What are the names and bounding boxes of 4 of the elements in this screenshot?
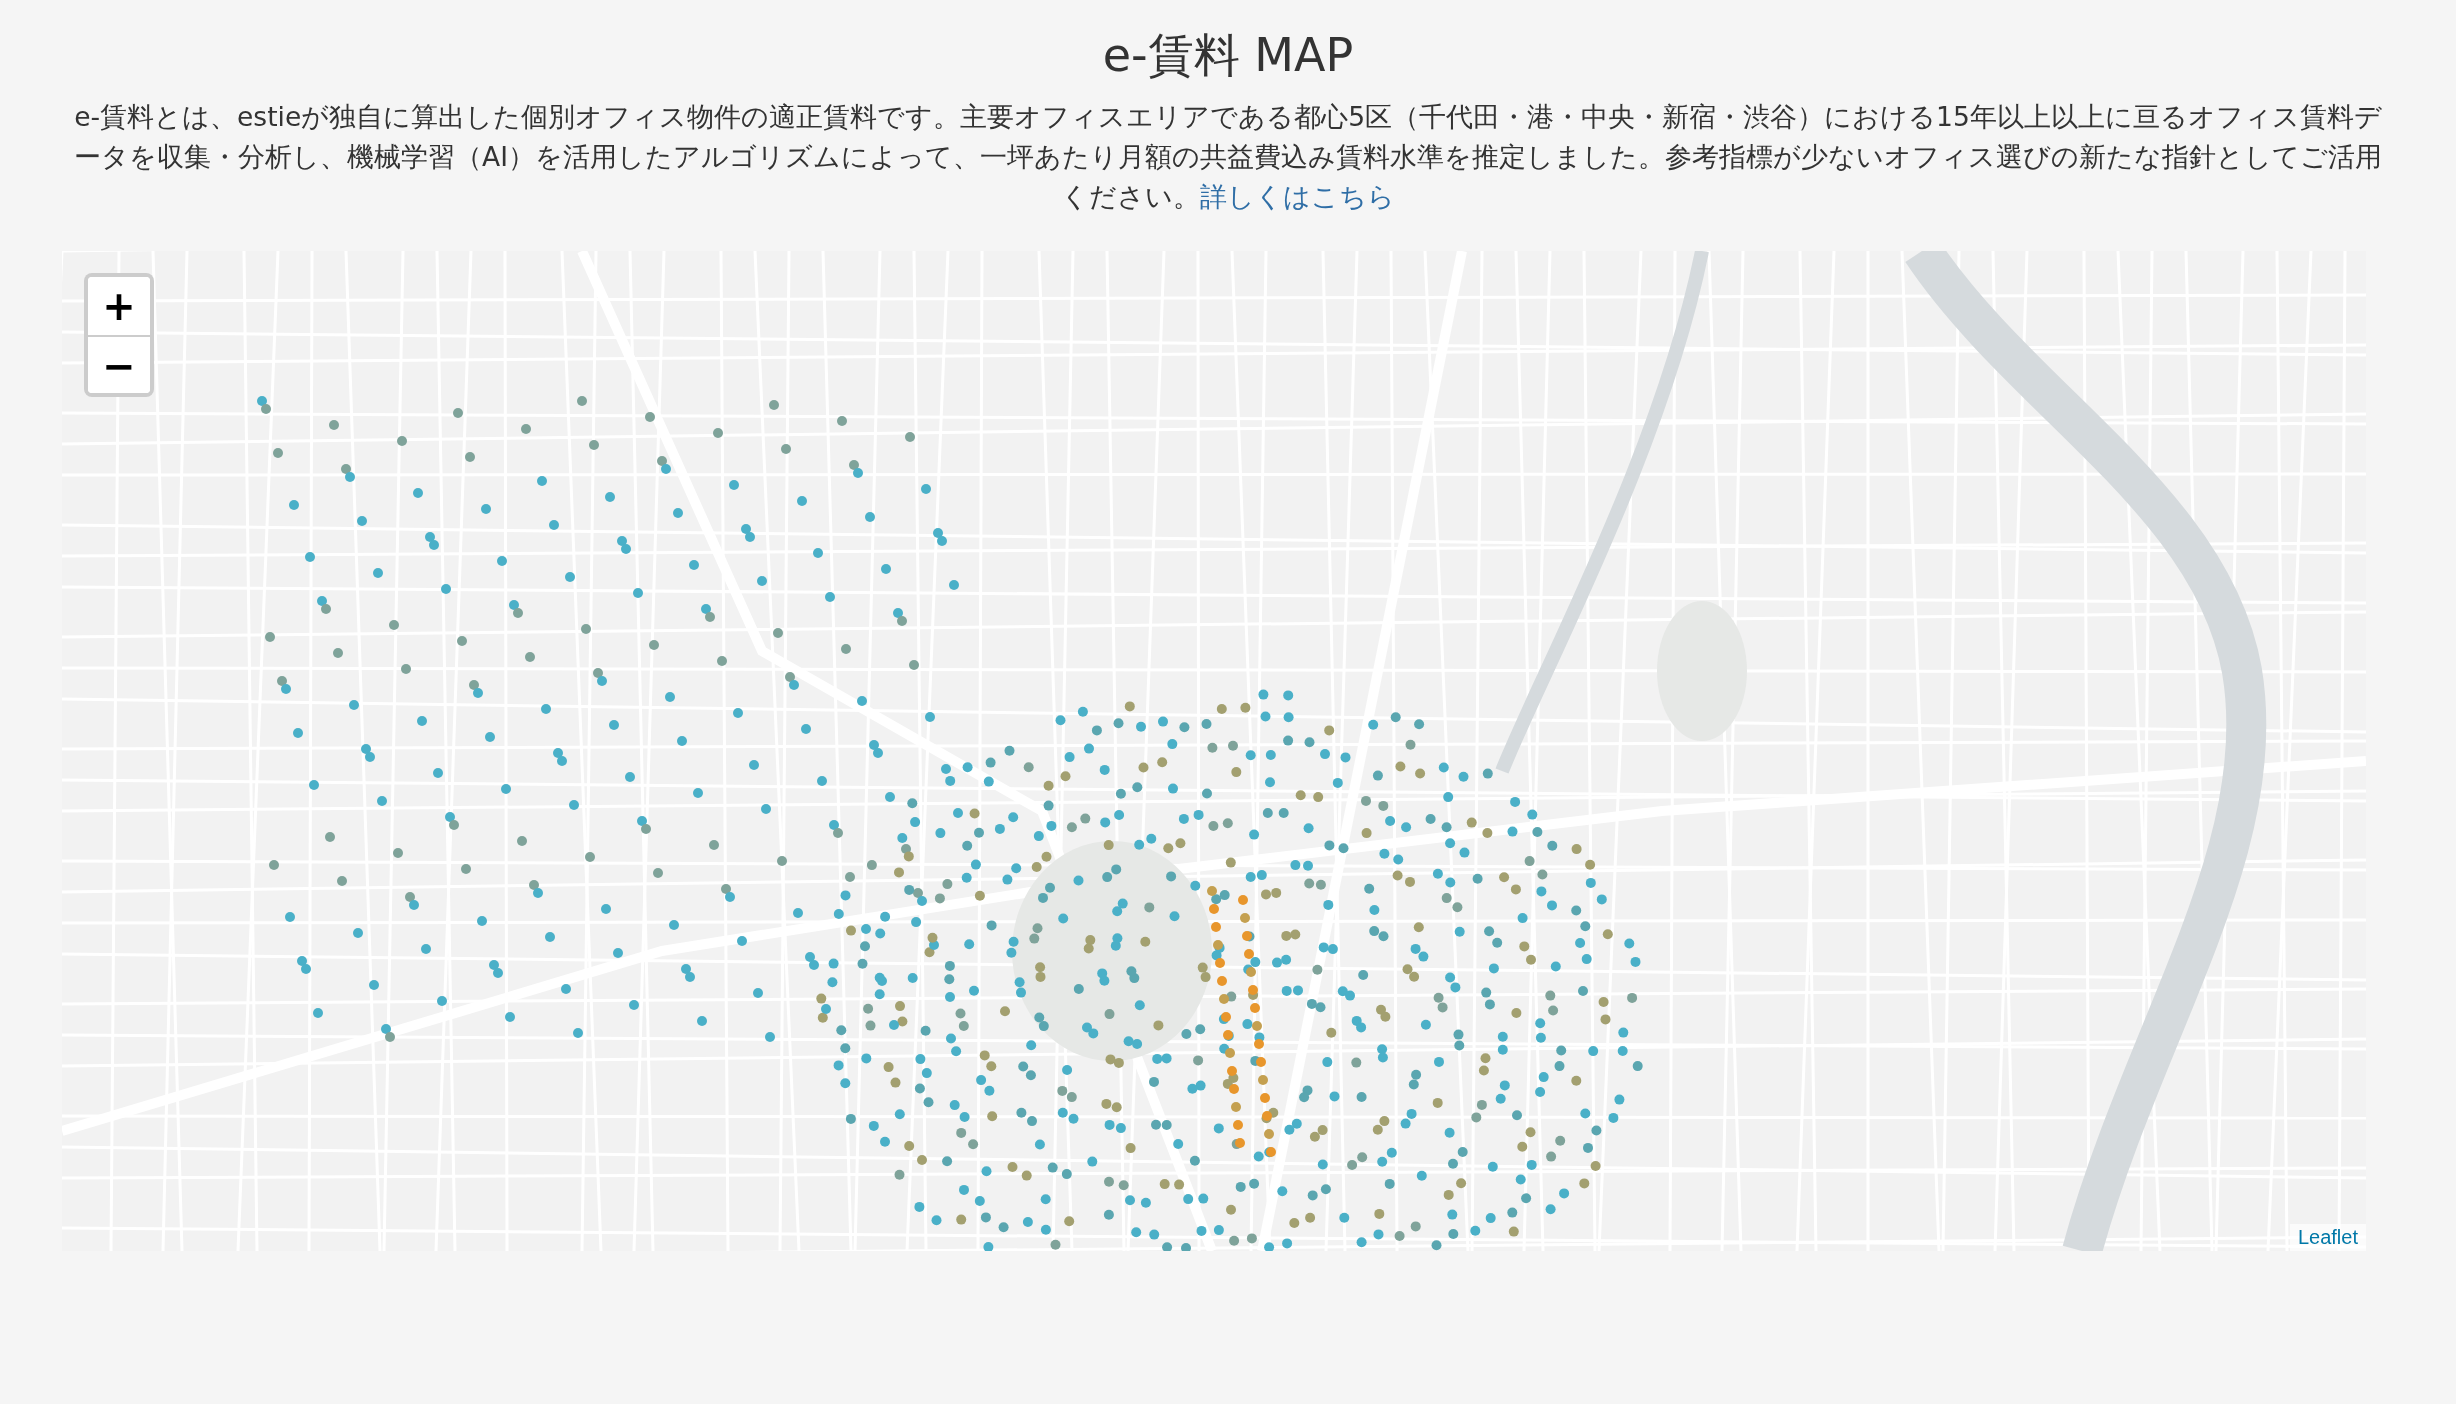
details-link[interactable]: 詳しくはこちら: [1200, 181, 1395, 213]
zoom-out-button[interactable]: −: [88, 335, 150, 394]
intro-paragraph: e-賃料とは、estieが独自に算出した個別オフィス物件の適正賃料です。主要オフィスエリアである都心5区（千代田・港・中央・新宿・渋谷）における15年以上以上に亘るオフィス賃料データを収集・分析し、機械学習（AI）を活用したアルゴリズムによって、一坪あたり月額の共益費込み賃料水準を推定しました。参考指標が少ないオフィス選びの新たな指針としてご活用ください。詳しくはこちら: [73, 100, 2383, 215]
page-title: e-賃料 MAP: [1102, 28, 1354, 84]
